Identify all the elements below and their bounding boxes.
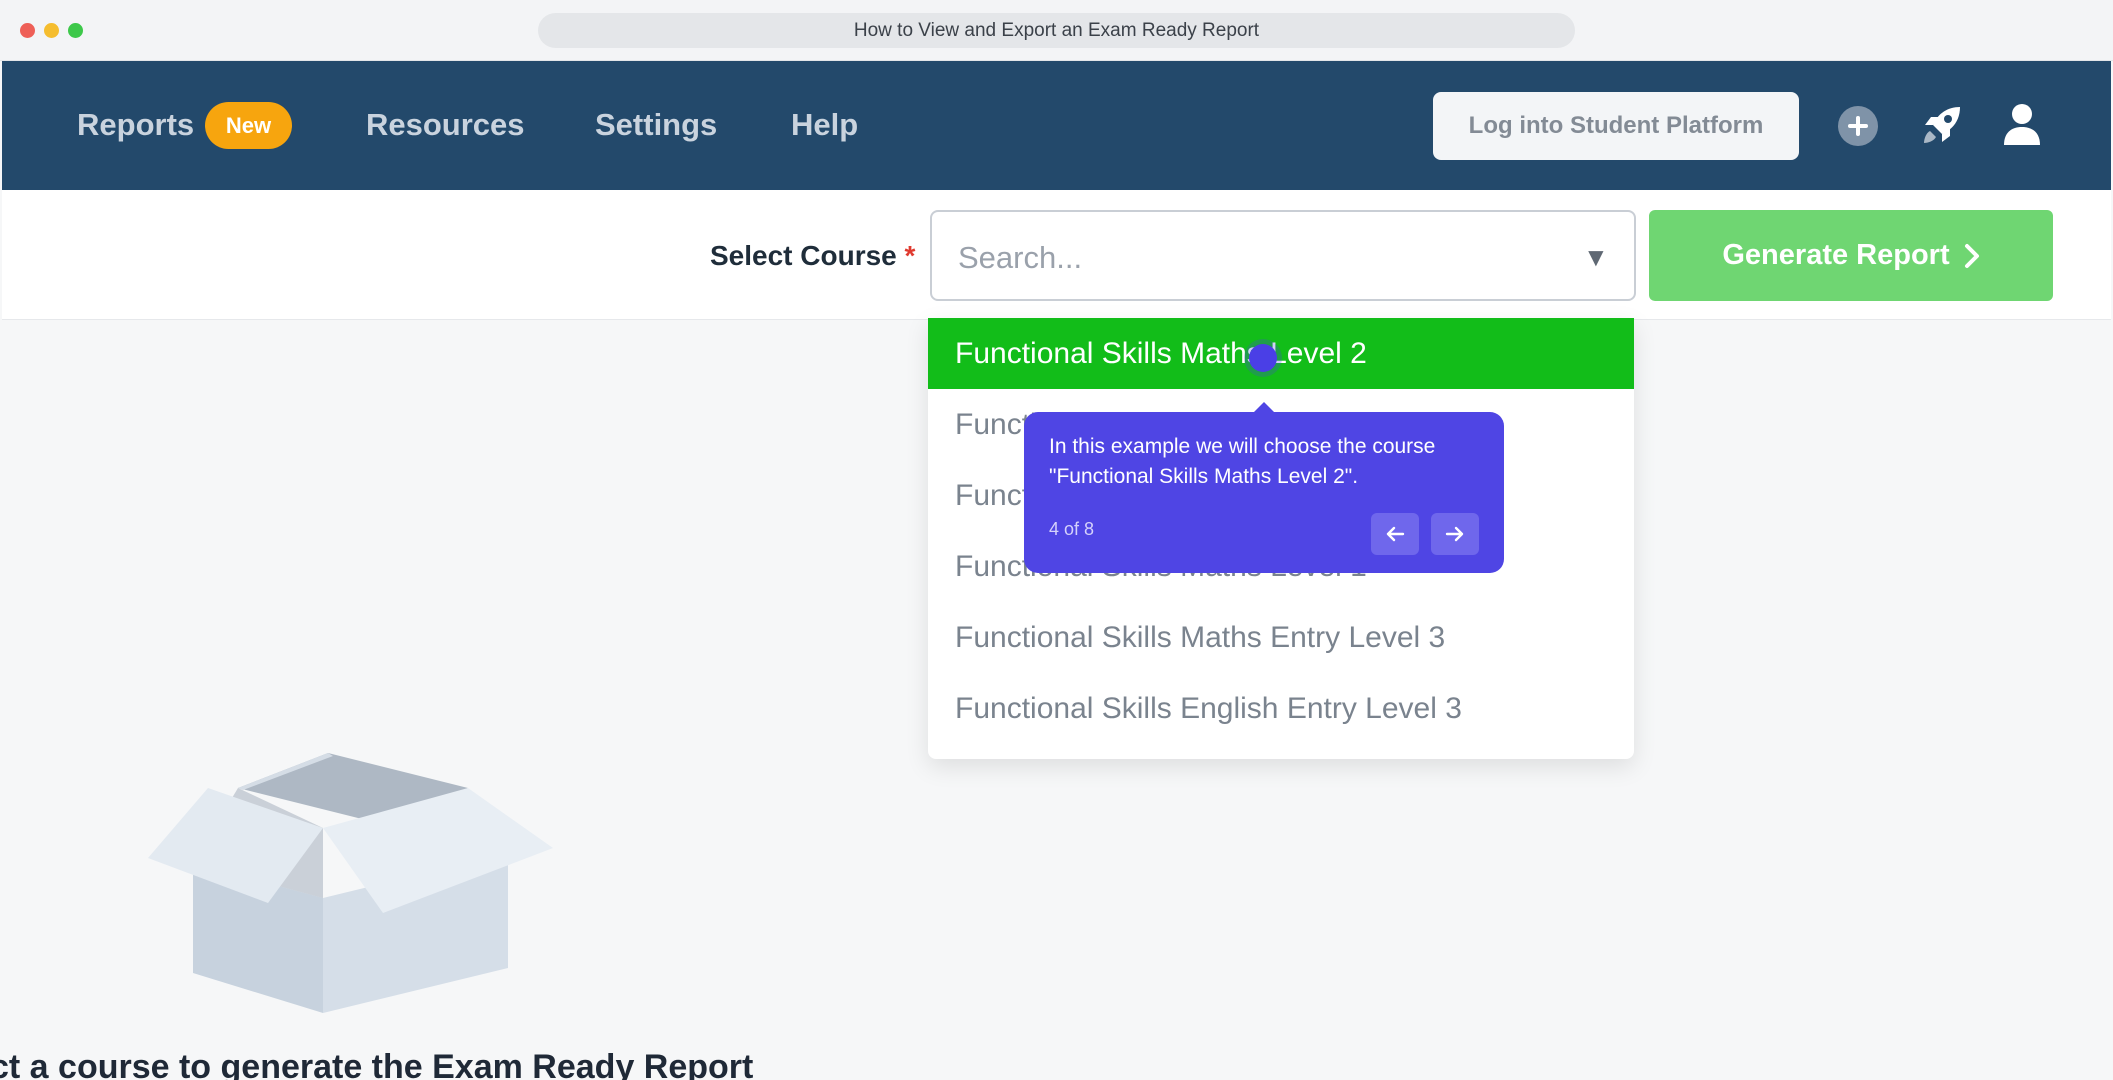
required-marker: * [904,240,916,271]
tooltip-step-counter: 4 of 8 [1049,519,1095,539]
dropdown-option[interactable]: Functional Skills English Entry Level 3 [928,673,1634,744]
arrow-right-icon [1445,526,1464,542]
login-student-platform-button[interactable]: Log into Student Platform [1433,92,1799,160]
window-chrome: How to View and Export an Exam Ready Rep… [0,0,2113,61]
generate-report-label: Generate Report [1722,239,1950,271]
rocket-icon[interactable] [1920,103,1964,152]
click-indicator [1249,344,1277,372]
close-window-button[interactable] [20,23,35,38]
empty-box-illustration [148,748,558,1023]
tooltip-previous-button[interactable] [1371,513,1419,555]
nav-help[interactable]: Help [791,107,858,143]
maximize-window-button[interactable] [68,23,83,38]
course-selection-bar: Select Course * Search... ▼ Generate Rep… [2,190,2111,320]
window-title: How to View and Export an Exam Ready Rep… [538,13,1575,48]
course-search-select[interactable]: Search... ▼ [930,210,1636,301]
nav-reports[interactable]: Reports [77,107,194,143]
minimize-window-button[interactable] [44,23,59,38]
search-placeholder: Search... [958,240,1083,275]
dropdown-option[interactable]: Functional Skills Maths Entry Level 3 [928,602,1634,673]
nav-settings[interactable]: Settings [595,107,717,143]
generate-report-button[interactable]: Generate Report [1649,210,2053,301]
new-badge: New [205,102,292,149]
top-navbar: Reports New Resources Settings Help Log … [2,61,2111,190]
chevron-down-icon[interactable]: ▼ [1583,242,1609,273]
tooltip-next-button[interactable] [1431,513,1479,555]
tooltip-text: In this example we will choose the cours… [1049,435,1436,488]
nav-resources[interactable]: Resources [366,107,525,143]
user-icon[interactable] [2003,103,2041,150]
plus-icon[interactable] [1838,106,1878,151]
arrow-left-icon [1386,526,1405,542]
empty-state-message: ct a course to generate the Exam Ready R… [0,1048,754,1080]
dropdown-option[interactable]: Functional Skills Maths Level 2 [928,318,1634,389]
chevron-right-icon [1964,243,1979,268]
select-course-label: Select Course * [710,240,916,271]
guide-tooltip: In this example we will choose the cours… [1024,402,1504,573]
